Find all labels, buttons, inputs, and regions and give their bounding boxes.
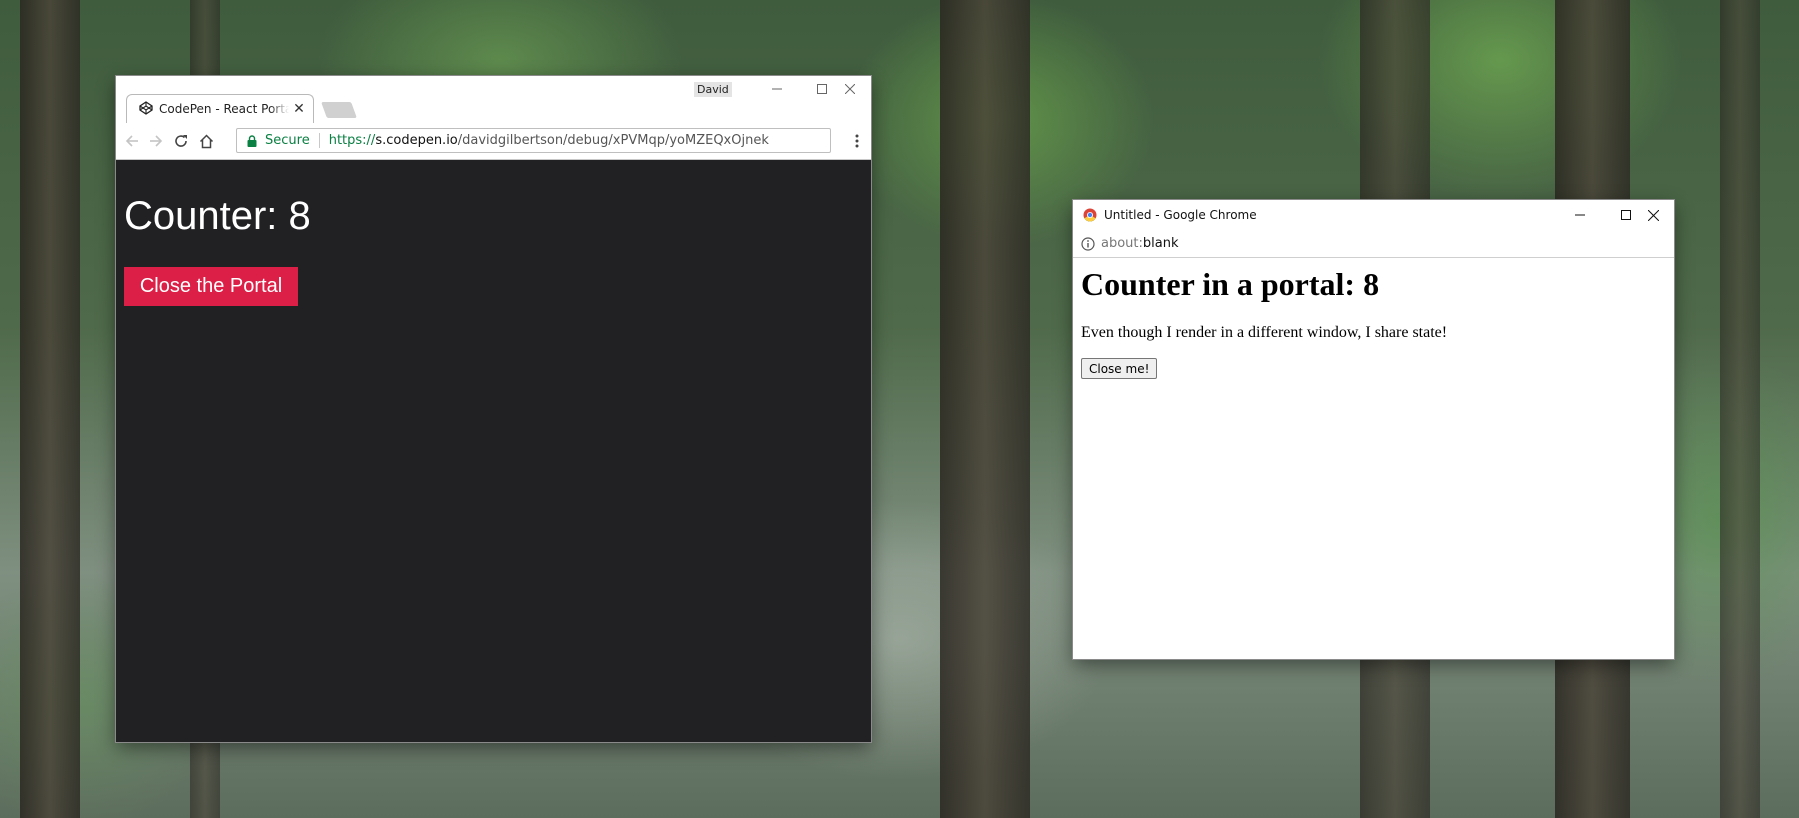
tree-trunk: [1720, 0, 1760, 818]
popup-address-bar[interactable]: about: blank: [1073, 230, 1674, 258]
back-arrow-icon[interactable]: [122, 131, 142, 151]
url-text: https://s.codepen.io/davidgilbertson/deb…: [329, 133, 769, 148]
portal-heading: Counter in a portal: 8: [1081, 266, 1380, 302]
kebab-menu-icon[interactable]: [849, 131, 865, 151]
codepen-browser-window: CodePen - React Portal C ✕ David: [116, 76, 871, 742]
minimize-icon[interactable]: [1559, 204, 1601, 226]
tree-trunk: [940, 0, 1030, 818]
home-icon[interactable]: [196, 131, 216, 151]
portal-paragraph: Even though I render in a different wind…: [1081, 324, 1448, 341]
close-portal-button[interactable]: Close the Portal: [124, 267, 298, 306]
address-scheme: about:: [1101, 236, 1143, 251]
tab-close-icon[interactable]: ✕: [291, 101, 307, 117]
url-host: s.codepen.io: [375, 133, 458, 148]
close-me-button[interactable]: Close me!: [1081, 358, 1158, 379]
info-icon[interactable]: [1081, 236, 1095, 251]
minimize-icon[interactable]: [756, 78, 798, 100]
new-tab-button[interactable]: [321, 102, 357, 118]
profile-name[interactable]: David: [694, 82, 732, 97]
tab-title: CodePen - React Portal C: [159, 102, 289, 116]
popup-titlebar: Untitled - Google Chrome: [1073, 200, 1674, 230]
chrome-logo-icon: [1083, 208, 1097, 222]
browser-toolbar: Secure https://s.codepen.io/davidgilbert…: [116, 123, 871, 160]
close-icon[interactable]: [829, 78, 871, 100]
address-bar[interactable]: Secure https://s.codepen.io/davidgilbert…: [236, 128, 831, 153]
browser-titlebar: CodePen - React Portal C ✕ David: [116, 76, 871, 123]
codepen-logo-icon: [139, 100, 153, 118]
url-scheme: https://: [328, 133, 376, 148]
url-path: /davidgilbertson/debug/xPVMqp/yoMZEQxOjn…: [457, 133, 769, 148]
portal-browser-window: Untitled - Google Chrome about: blank Cou…: [1073, 200, 1674, 659]
counter-heading: Counter: 8: [124, 194, 311, 238]
reload-icon[interactable]: [171, 131, 191, 151]
tree-trunk: [20, 0, 80, 818]
security-label: Secure: [265, 133, 320, 148]
forward-arrow-icon[interactable]: [146, 131, 166, 151]
lock-icon: [245, 134, 259, 148]
address-path: blank: [1142, 236, 1179, 251]
window-title: Untitled - Google Chrome: [1104, 208, 1257, 222]
browser-tab[interactable]: CodePen - React Portal C ✕: [126, 94, 314, 123]
close-icon[interactable]: [1632, 204, 1674, 226]
